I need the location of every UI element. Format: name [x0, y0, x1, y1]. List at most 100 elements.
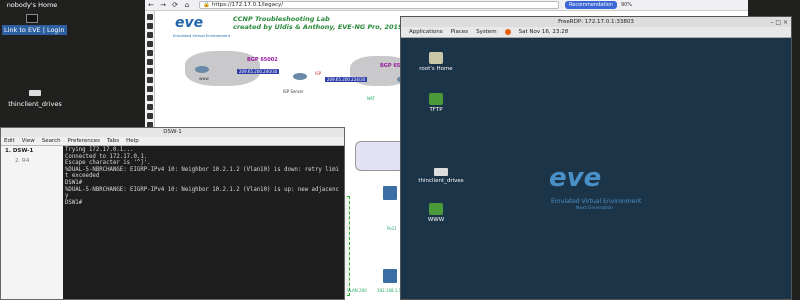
browser-toolbar: ← → ⟳ ⌂ 🔒 https://172.17.0.1/legacy/ Rec…	[145, 0, 748, 11]
menu-edit[interactable]: Edit	[4, 138, 15, 144]
eve-logo-subtitle: Emulated Virtual Environment	[173, 33, 231, 38]
lab-title: CCNP Troubleshooting Lab created by Uldi…	[233, 15, 403, 31]
sidebar-lock-icon[interactable]	[147, 113, 153, 119]
sidebar-refresh-icon[interactable]	[147, 95, 153, 101]
rdp-icon-thinclient-drives[interactable]: thinclient_drives	[411, 166, 471, 184]
desktop-icon-eve-link[interactable]: Link to EVE | Login	[2, 14, 67, 35]
sidebar-details-icon[interactable]	[147, 86, 153, 92]
desktop-icon-thinclient-drives[interactable]: thinclient_drives	[2, 90, 68, 109]
terminal-app-icon	[26, 14, 38, 23]
terminal-titlebar[interactable]: DSW-1	[1, 128, 344, 137]
menu-view[interactable]: View	[22, 138, 35, 144]
session-item[interactable]: 2. R4	[1, 156, 63, 166]
maximize-icon[interactable]: □	[775, 19, 781, 26]
minimize-icon[interactable]: –	[770, 19, 773, 26]
gnome-panel: Applications Places System Sat Nov 16, 2…	[401, 27, 791, 38]
home-icon[interactable]: ⌂	[181, 1, 193, 9]
terminal-line: %DUAL-5-NBRCHANGE: EIGRP-IPv4 10: Neighb…	[65, 166, 339, 173]
desktop-icon-label: thinclient_drives	[8, 100, 62, 108]
sidebar-nodes-icon[interactable]	[147, 23, 153, 29]
recommendation-button[interactable]: Recommendation	[565, 1, 617, 9]
places-menu[interactable]: Places	[451, 29, 469, 35]
switch-asw1[interactable]	[383, 269, 397, 283]
router-isp[interactable]	[293, 73, 307, 80]
subnet-left-tag: 209.65.200.240/30	[237, 69, 280, 74]
eve-wallpaper-subtitle2: Next Generation	[576, 206, 614, 211]
bgp-left-label: BGP 65002	[247, 57, 278, 63]
sidebar-startup-icon[interactable]	[147, 41, 153, 47]
forward-icon[interactable]: →	[157, 1, 169, 9]
eve-wallpaper-subtitle: Emulated Virtual Environment	[551, 198, 642, 205]
sidebar-text-icon[interactable]	[147, 59, 153, 65]
menu-search[interactable]: Search	[42, 138, 61, 144]
zoom-level[interactable]: 90%	[621, 2, 632, 8]
terminal-line: Escape character is '^]'.	[65, 160, 151, 167]
folder-icon	[429, 93, 443, 105]
session-item[interactable]: 1. DSW-1	[1, 146, 63, 156]
terminal-line: t exceeded	[65, 173, 100, 180]
url-bar[interactable]: 🔒 https://172.17.0.1/legacy/	[199, 1, 559, 9]
rdp-icon-label: thinclient_drives	[418, 178, 464, 184]
rdp-icon-label: root's Home	[419, 66, 453, 72]
menu-preferences[interactable]: Preferences	[68, 138, 100, 144]
lock-icon: 🔒	[203, 2, 210, 8]
terminal-line: DSW1#	[65, 199, 83, 206]
menu-help[interactable]: Help	[126, 138, 139, 144]
subnet-mid-tag: 209.65.200.224/30	[325, 77, 368, 82]
nat-label: NAT	[367, 96, 375, 101]
rdp-icon-tftp[interactable]: TFTP	[411, 93, 461, 113]
terminal-line: %DUAL-5-NBRCHANGE: EIGRP-IPv4 10: Neighb…	[65, 186, 339, 193]
switch-dsw1[interactable]	[383, 186, 397, 200]
sidebar-add-icon[interactable]	[147, 14, 153, 20]
freerdp-window: FreeRDP: 172.17.0.1:33803 – □ × Applicat…	[400, 16, 792, 300]
firefox-launcher-icon[interactable]	[504, 29, 511, 35]
isp-server-label: ISP Server	[283, 89, 304, 94]
sidebar-zoom-icon[interactable]	[147, 104, 153, 110]
terminal-window: DSW-1 Edit View Search Preferences Tabs …	[0, 127, 345, 300]
po11-label: Po11	[387, 226, 397, 231]
freerdp-titlebar[interactable]: FreeRDP: 172.17.0.1:33803 – □ ×	[401, 17, 791, 27]
close-icon[interactable]: ×	[783, 19, 788, 26]
rdp-icon-www[interactable]: WWW	[411, 203, 461, 223]
terminal-line: Trying 172.17.0.1...	[65, 147, 134, 153]
sidebar-status-icon[interactable]	[147, 77, 153, 83]
rdp-icon-home[interactable]: root's Home	[411, 52, 461, 72]
back-icon[interactable]: ←	[145, 1, 157, 9]
panel-clock[interactable]: Sat Nov 16, 23:28	[519, 29, 569, 35]
rdp-icon-label: TFTP	[429, 107, 443, 113]
desktop-icon-label: Link to EVE | Login	[2, 25, 67, 35]
router-www[interactable]	[195, 66, 209, 73]
desktop-icon-home[interactable]: nobody's Home	[2, 0, 62, 10]
terminal-line: y	[65, 193, 69, 200]
recommendation-label: Recommendation	[569, 2, 613, 8]
sidebar-networks-icon[interactable]	[147, 32, 153, 38]
terminal-line: DSW1#	[65, 179, 83, 186]
lab-title-line2: created by Uldis & Anthony, EVE-NG Pro, …	[233, 23, 403, 31]
rdp-desktop: root's Home TFTP thinclient_drives WWW e…	[401, 38, 791, 299]
menu-tabs[interactable]: Tabs	[107, 138, 119, 144]
rdp-icon-label: WWW	[427, 217, 445, 223]
system-menu[interactable]: System	[476, 29, 497, 35]
drive-icon	[29, 90, 41, 96]
www-label: www	[199, 76, 209, 81]
terminal-menubar: Edit View Search Preferences Tabs Help	[1, 137, 344, 146]
home-folder-icon	[429, 52, 443, 64]
freerdp-title: FreeRDP: 172.17.0.1:33803	[558, 19, 634, 25]
reload-icon[interactable]: ⟳	[169, 1, 181, 9]
isp-label: ISP	[315, 71, 322, 76]
terminal-line: Connected to 172.17.0.1.	[65, 153, 148, 160]
drive-icon	[434, 168, 448, 176]
lab-title-line1: CCNP Troubleshooting Lab	[233, 15, 330, 23]
url-text: https://172.17.0.1/legacy/	[211, 2, 284, 8]
session-list: 1. DSW-1 2. R4	[1, 146, 63, 299]
sidebar-pictures-icon[interactable]	[147, 50, 153, 56]
terminal-output[interactable]: Trying 172.17.0.1... Connected to 172.17.…	[63, 146, 344, 299]
applications-menu[interactable]: Applications	[409, 29, 443, 35]
eve-wallpaper-logo: eve	[549, 163, 602, 193]
folder-icon	[429, 203, 443, 215]
eve-logo: eve	[175, 15, 204, 31]
sidebar-config-icon[interactable]	[147, 68, 153, 74]
topology-note	[355, 141, 405, 171]
vlan200-label: VLAN 200	[347, 288, 367, 293]
desktop-icon-label: nobody's Home	[6, 1, 58, 9]
